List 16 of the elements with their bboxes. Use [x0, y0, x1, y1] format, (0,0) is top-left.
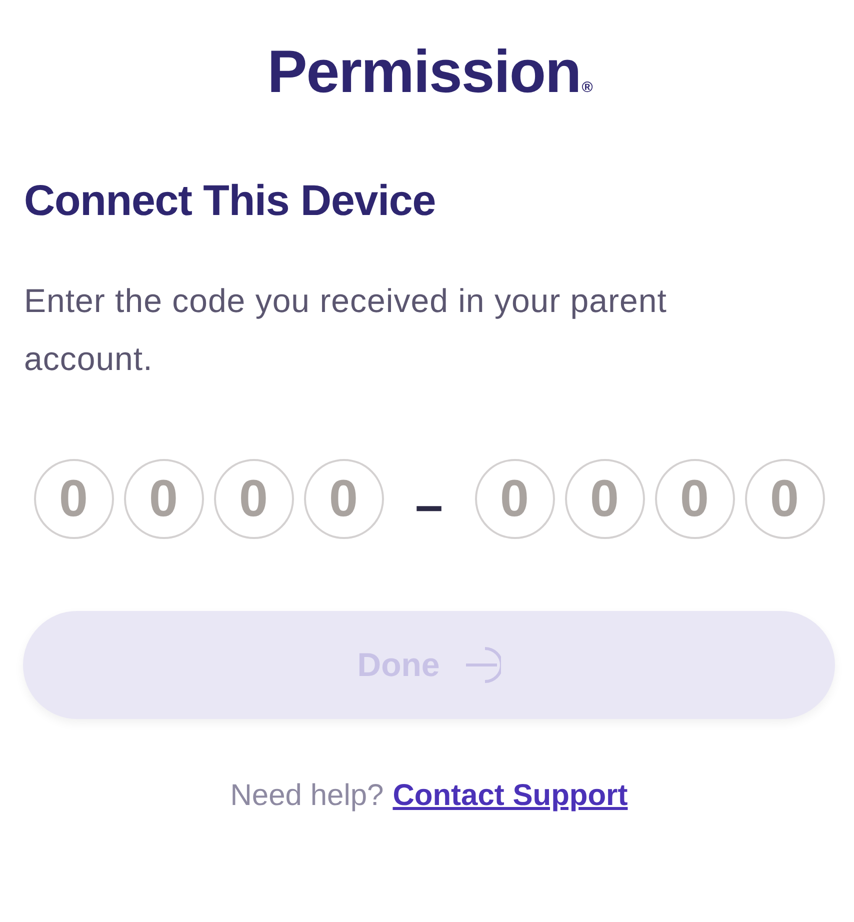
screen-title: Connect This Device [24, 180, 437, 222]
digit-field[interactable]: 0 [744, 459, 824, 539]
digit-field[interactable]: 0 [474, 459, 554, 539]
digit-field[interactable]: 0 [564, 459, 644, 539]
digit-field[interactable]: 0 [304, 459, 384, 539]
digit-field[interactable]: 0 [214, 459, 294, 539]
dash-separator: – [414, 480, 444, 530]
logo-wordmark: Permission [267, 42, 581, 102]
digit-field[interactable]: 0 [34, 459, 114, 539]
instruction-text: Enter the code you received in your parent account. [24, 281, 668, 379]
contact-support-link[interactable]: Contact Support [392, 779, 628, 812]
digit-field[interactable]: 0 [124, 459, 204, 539]
registered-mark: ® [582, 80, 593, 95]
arrow-icon [464, 647, 501, 683]
digit-field[interactable]: 0 [654, 459, 734, 539]
help-text: Need help? [230, 779, 384, 812]
